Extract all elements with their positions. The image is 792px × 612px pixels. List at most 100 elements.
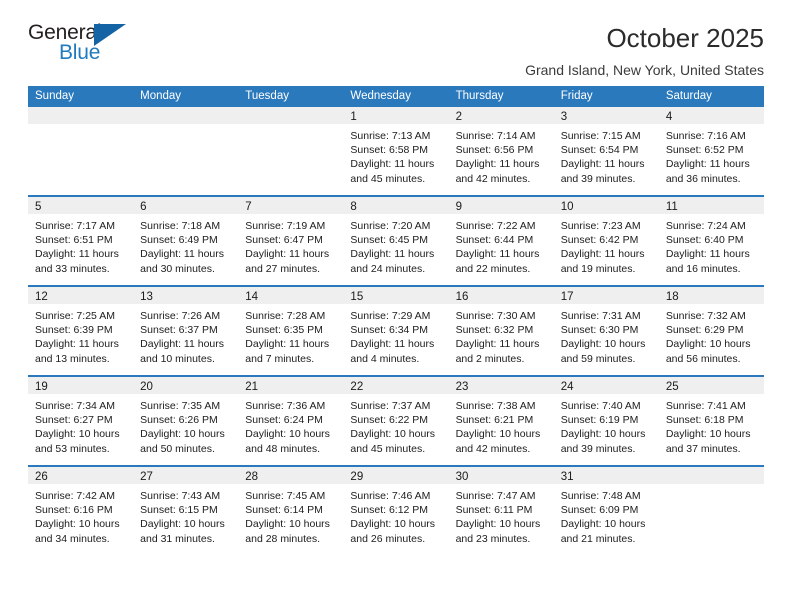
sunset-text: Sunset: 6:54 PM [560,144,639,157]
calendar-day-cell[interactable]: 14 Sunrise: 7:28 AM Sunset: 6:35 PM Dayligh… [238,287,344,375]
day-number: 16 [455,291,469,303]
calendar-day-cell[interactable]: 10 Sunrise: 7:23 AM Sunset: 6:42 PM Dayligh… [553,197,659,285]
sunrise-text: Sunrise: 7:25 AM [35,310,115,322]
daylight-text: Daylight: 11 hours and 27 minutes. [245,248,330,275]
daylight-text: Daylight: 11 hours and 45 minutes. [350,158,435,185]
calendar-week-grid: 12 Sunrise: 7:25 AM Sunset: 6:39 PM Dayligh… [28,287,764,375]
day-details: Sunrise: 7:20 AM Sunset: 6:45 PM Daylight:… [343,214,448,276]
calendar-day-cell[interactable]: 28 Sunrise: 7:45 AM Sunset: 6:14 PM Dayligh… [238,467,344,555]
sunset-text: Sunset: 6:26 PM [140,414,218,427]
day-number-band: 6 [133,197,239,214]
calendar-day-cell[interactable]: 15 Sunrise: 7:29 AM Sunset: 6:34 PM Dayligh… [343,287,449,375]
sunrise-text: Sunrise: 7:30 AM [455,310,536,322]
calendar-day-cell[interactable]: 31 Sunrise: 7:48 AM Sunset: 6:09 PM Dayligh… [553,467,659,555]
calendar-day-cell[interactable]: 7 Sunrise: 7:19 AM Sunset: 6:47 PM Daylight… [238,197,344,285]
daylight-text: Daylight: 11 hours and 7 minutes. [245,338,330,365]
sunrise-text: Sunrise: 7:19 AM [245,220,326,232]
daylight-text: Daylight: 10 hours and 50 minutes. [140,428,225,455]
sunset-text: Sunset: 6:44 PM [455,234,534,247]
sunset-text: Sunset: 6:51 PM [35,234,113,247]
calendar-day-cell-empty [133,107,239,195]
day-details: Sunrise: 7:30 AM Sunset: 6:32 PM Daylight:… [449,304,554,366]
calendar-day-cell[interactable]: 16 Sunrise: 7:30 AM Sunset: 6:32 PM Dayligh… [448,287,554,375]
calendar-page: General Blue October 2025 Grand Island, … [0,0,792,612]
sunset-text: Sunset: 6:09 PM [560,504,639,517]
day-number-band: 16 [448,287,554,304]
calendar-day-cell[interactable]: 27 Sunrise: 7:43 AM Sunset: 6:15 PM Dayligh… [133,467,239,555]
calendar-day-cell-empty [658,467,764,555]
sunrise-text: Sunrise: 7:16 AM [665,130,746,142]
calendar-week-grid: 19 Sunrise: 7:34 AM Sunset: 6:27 PM Dayligh… [28,377,764,465]
sunset-text: Sunset: 6:12 PM [350,504,429,517]
calendar-day-cell[interactable]: 24 Sunrise: 7:40 AM Sunset: 6:19 PM Dayligh… [553,377,659,465]
daylight-text: Daylight: 10 hours and 26 minutes. [350,518,436,545]
calendar-day-cell[interactable]: 11 Sunrise: 7:24 AM Sunset: 6:40 PM Dayligh… [658,197,764,285]
calendar-day-cell[interactable]: 12 Sunrise: 7:25 AM Sunset: 6:39 PM Dayligh… [28,287,134,375]
sunset-text: Sunset: 6:11 PM [455,504,533,517]
calendar-day-cell[interactable]: 19 Sunrise: 7:34 AM Sunset: 6:27 PM Dayligh… [28,377,134,465]
daylight-text: Daylight: 10 hours and 23 minutes. [455,518,541,545]
calendar-day-cell[interactable]: 2 Sunrise: 7:14 AM Sunset: 6:56 PM Daylight… [448,107,554,195]
day-number: 5 [35,201,42,213]
day-number: 30 [455,471,469,483]
daylight-text: Daylight: 10 hours and 59 minutes. [560,338,646,365]
sunset-text: Sunset: 6:21 PM [455,414,534,427]
sunset-text: Sunset: 6:49 PM [140,234,218,247]
sunrise-text: Sunrise: 7:47 AM [455,490,536,502]
day-details: Sunrise: 7:29 AM Sunset: 6:34 PM Daylight:… [343,304,448,366]
day-number: 11 [665,201,678,213]
calendar-day-cell[interactable]: 5 Sunrise: 7:17 AM Sunset: 6:51 PM Daylight… [28,197,134,285]
calendar-day-cell[interactable]: 13 Sunrise: 7:26 AM Sunset: 6:37 PM Dayligh… [133,287,239,375]
day-details: Sunrise: 7:28 AM Sunset: 6:35 PM Daylight:… [238,304,343,366]
generalblue-logo[interactable]: General Blue [28,22,148,70]
calendar-day-cell[interactable]: 1 Sunrise: 7:13 AM Sunset: 6:58 PM Daylight… [343,107,449,195]
day-number: 27 [140,471,153,483]
sunset-text: Sunset: 6:14 PM [245,504,323,517]
day-number-band [28,107,134,124]
calendar-day-cell[interactable]: 6 Sunrise: 7:18 AM Sunset: 6:49 PM Daylight… [133,197,239,285]
calendar-day-cell[interactable]: 18 Sunrise: 7:32 AM Sunset: 6:29 PM Dayligh… [658,287,764,375]
day-number-band: 27 [133,467,239,484]
calendar-week-row: 5 Sunrise: 7:17 AM Sunset: 6:51 PM Daylight… [28,195,764,285]
day-number: 13 [140,291,153,303]
sunset-text: Sunset: 6:22 PM [350,414,429,427]
calendar-day-cell[interactable]: 26 Sunrise: 7:42 AM Sunset: 6:16 PM Dayligh… [28,467,134,555]
day-number-band: 11 [658,197,764,214]
calendar-day-cell[interactable]: 22 Sunrise: 7:37 AM Sunset: 6:22 PM Dayligh… [343,377,449,465]
day-details: Sunrise: 7:18 AM Sunset: 6:49 PM Daylight:… [133,214,238,276]
calendar-day-cell[interactable]: 25 Sunrise: 7:41 AM Sunset: 6:18 PM Dayligh… [658,377,764,465]
day-number-band: 18 [658,287,764,304]
daylight-text: Daylight: 11 hours and 22 minutes. [455,248,540,275]
day-details: Sunrise: 7:47 AM Sunset: 6:11 PM Daylight:… [449,484,554,546]
calendar-day-cell[interactable]: 23 Sunrise: 7:38 AM Sunset: 6:21 PM Dayligh… [448,377,554,465]
sunrise-text: Sunrise: 7:46 AM [350,490,431,502]
calendar-grid: Sunday Monday Tuesday Wednesday Thursday Frid… [28,86,764,555]
calendar-day-cell[interactable]: 21 Sunrise: 7:36 AM Sunset: 6:24 PM Dayligh… [238,377,344,465]
day-number-band [658,467,764,484]
day-details: Sunrise: 7:22 AM Sunset: 6:44 PM Daylight:… [449,214,554,276]
weekday-header-tuesday: Tuesday [245,90,289,102]
weekday-header-thursday: Thursday [455,90,504,102]
sunset-text: Sunset: 6:42 PM [560,234,639,247]
sunset-text: Sunset: 6:39 PM [35,324,113,337]
weekday-header-saturday: Saturday [665,90,712,102]
sunrise-text: Sunrise: 7:43 AM [140,490,221,502]
calendar-day-cell[interactable]: 17 Sunrise: 7:31 AM Sunset: 6:30 PM Dayligh… [553,287,659,375]
calendar-day-cell[interactable]: 8 Sunrise: 7:20 AM Sunset: 6:45 PM Daylight… [343,197,449,285]
calendar-day-cell[interactable]: 4 Sunrise: 7:16 AM Sunset: 6:52 PM Daylight… [658,107,764,195]
calendar-day-cell[interactable]: 9 Sunrise: 7:22 AM Sunset: 6:44 PM Daylight… [448,197,554,285]
weekday-header-monday: Monday [140,90,182,102]
weekday-header-wednesday: Wednesday [350,90,411,102]
sunset-text: Sunset: 6:52 PM [665,144,744,157]
calendar-day-cell[interactable]: 3 Sunrise: 7:15 AM Sunset: 6:54 PM Daylight… [553,107,659,195]
calendar-day-cell[interactable]: 30 Sunrise: 7:47 AM Sunset: 6:11 PM Dayligh… [448,467,554,555]
sunrise-text: Sunrise: 7:14 AM [455,130,536,142]
calendar-week-grid: 5 Sunrise: 7:17 AM Sunset: 6:51 PM Daylight… [28,197,764,285]
sunset-text: Sunset: 6:16 PM [35,504,113,517]
calendar-day-cell[interactable]: 29 Sunrise: 7:46 AM Sunset: 6:12 PM Dayligh… [343,467,449,555]
sunset-text: Sunset: 6:27 PM [35,414,113,427]
calendar-day-cell[interactable]: 20 Sunrise: 7:35 AM Sunset: 6:26 PM Dayligh… [133,377,239,465]
day-number: 1 [350,111,357,123]
sunrise-text: Sunrise: 7:48 AM [560,490,641,502]
sunrise-text: Sunrise: 7:41 AM [665,400,746,412]
